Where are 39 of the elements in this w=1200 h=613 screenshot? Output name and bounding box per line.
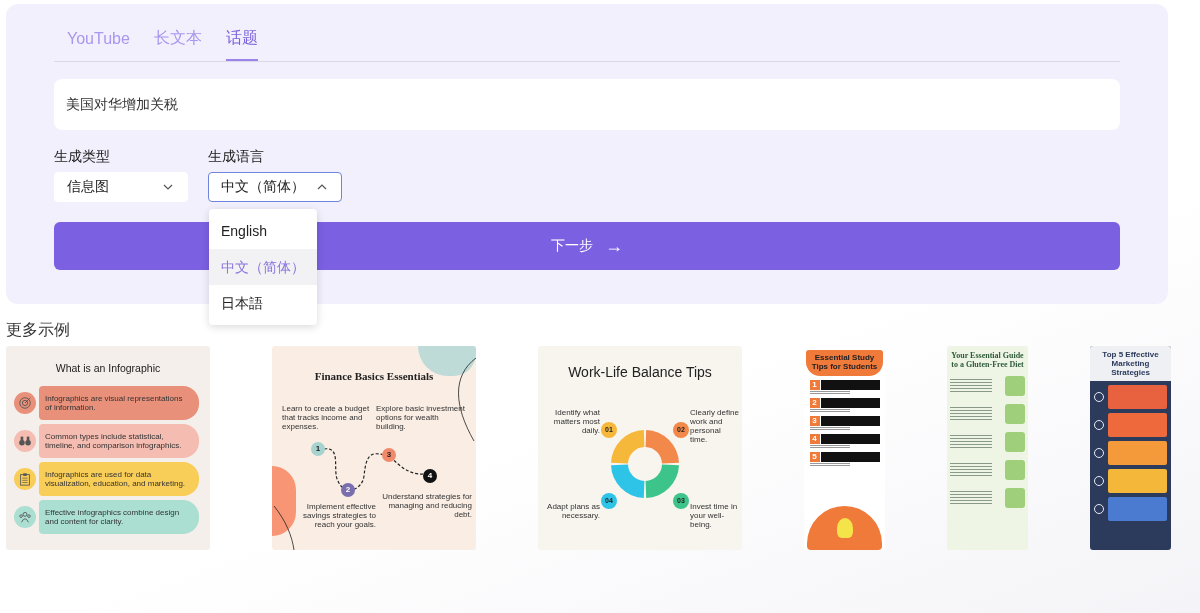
tip-text: Adapt plans as necessary. [546,502,600,520]
infographic-title: Work-Life Balance Tips [567,364,713,380]
step-number: 4 [809,434,820,444]
info-pill: Infographics are used for data visualization, education, and marketing. [39,462,199,496]
infographic-title: Essential Study Tips for Students [806,350,883,376]
topic-input-field[interactable]: 美国对华增加关税 [54,79,1120,130]
infographic-thumbnail[interactable]: Your Essential Guide to a Gluten-Free Diet [947,346,1028,550]
infographic-title: Finance Basics Essentials [313,370,435,382]
step-text: Understand strategies for managing and reducing debt. [381,492,472,519]
step-text: Explore basic investment options for wealth building. [376,404,466,431]
tab[interactable]: 话题 [225,4,258,61]
tip-text: Invest time in your well-being. [690,502,739,529]
tip-text: Clearly define work and personal time. [690,408,740,444]
language-select[interactable]: 中文（简体） [208,172,342,202]
section-title: 更多示例 [6,320,71,340]
step-number: 1 [809,380,820,390]
infographic-title: Top 5 Effective Marketing Strategies [1090,346,1171,381]
info-pill: Effective infographics combine design and content for clarity. [39,500,199,534]
info-pill: Common types include statistical, timeline, and comparison infographics. [39,424,199,458]
step-number: 1 [311,442,325,456]
step-text: Learn to create a budget that tracks income and expenses. [282,404,370,431]
type-select[interactable]: 信息图 [54,172,188,202]
step-number: 3 [809,416,820,426]
field-label: 生成语言 [208,148,265,166]
step-number: 2 [341,483,355,497]
step-number: 5 [809,452,820,462]
tip-text: Identify what matters most daily. [552,408,600,435]
dropdown-option[interactable]: 日本語 [209,285,317,321]
infographic-title: Your Essential Guide to a Gluten-Free Diet [950,351,1025,369]
field-label: 生成类型 [54,148,111,166]
infographic-thumbnail[interactable]: Top 5 Effective Marketing Strategies [1090,346,1171,550]
step-number: 3 [382,448,396,462]
infographic-title: What is an Infographic [54,362,162,374]
info-pill: Infographics are visual representations of information. [39,386,199,420]
arrow-icon: → [605,237,623,255]
step-number: 2 [809,398,820,408]
dropdown-option[interactable]: 中文（简体） [209,249,317,285]
step-text: Implement effective savings strategies to reach your goals. [302,502,376,529]
step-number: 4 [423,469,437,483]
